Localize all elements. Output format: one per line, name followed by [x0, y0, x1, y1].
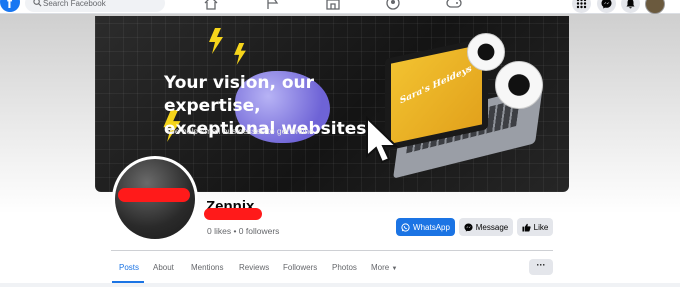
search-input[interactable]: Search Facebook	[25, 0, 165, 12]
tab-reviews[interactable]: Reviews	[239, 263, 269, 272]
page-content-background	[0, 283, 680, 287]
lightning-bolt-icon	[209, 28, 223, 54]
tab-mentions[interactable]: Mentions	[191, 263, 223, 272]
marketplace-icon[interactable]	[325, 0, 341, 10]
search-icon	[33, 0, 42, 7]
whatsapp-button[interactable]: WhatsApp	[396, 218, 455, 236]
groups-icon[interactable]	[385, 0, 401, 10]
cover-eye-graphic	[495, 61, 543, 109]
home-icon[interactable]	[203, 0, 219, 10]
tab-about[interactable]: About	[153, 263, 174, 272]
laptop-screen-text: Sara's Heideys	[398, 63, 473, 107]
cover-subtitle: We help small businesses to get online	[167, 126, 314, 136]
facebook-logo[interactable]: f	[0, 0, 20, 12]
lightning-bolt-icon	[234, 43, 246, 65]
flag-icon[interactable]	[264, 0, 280, 10]
message-button[interactable]: Message	[459, 218, 513, 236]
thumbs-up-icon	[522, 223, 531, 232]
like-button[interactable]: Like	[517, 218, 553, 236]
top-navigation-bar: f Search Facebook	[0, 0, 680, 14]
menu-grid-button[interactable]	[572, 0, 591, 13]
likes-followers-count: 0 likes • 0 followers	[207, 226, 280, 236]
tab-more[interactable]: More ▼	[371, 263, 397, 272]
cover-headline-line-1: Your vision, our expertise,	[164, 73, 315, 116]
redaction-mark	[204, 208, 262, 220]
gaming-icon[interactable]	[446, 0, 462, 10]
search-placeholder: Search Facebook	[43, 0, 106, 8]
tab-posts[interactable]: Posts	[119, 263, 139, 272]
messenger-button[interactable]	[597, 0, 616, 13]
more-options-button[interactable]: ···	[529, 259, 553, 275]
messenger-icon	[464, 222, 473, 232]
whatsapp-button-label: WhatsApp	[413, 222, 450, 232]
cursor-graphic	[366, 116, 399, 164]
tab-photos[interactable]: Photos	[332, 263, 357, 272]
tab-more-label: More	[371, 263, 390, 272]
like-button-label: Like	[533, 222, 549, 232]
notifications-icon	[626, 0, 635, 9]
redaction-mark	[118, 188, 190, 202]
caret-down-icon: ▼	[391, 266, 398, 272]
notifications-button[interactable]	[621, 0, 640, 13]
account-avatar[interactable]	[645, 0, 665, 14]
whatsapp-icon	[401, 222, 410, 232]
message-button-label: Message	[475, 222, 509, 232]
facebook-logo-glyph: f	[7, 0, 12, 12]
tabs-divider	[111, 250, 553, 251]
menu-grid-icon	[576, 0, 587, 9]
tab-followers[interactable]: Followers	[283, 263, 317, 272]
cover-eye-graphic	[467, 33, 505, 71]
messenger-icon	[601, 0, 612, 9]
